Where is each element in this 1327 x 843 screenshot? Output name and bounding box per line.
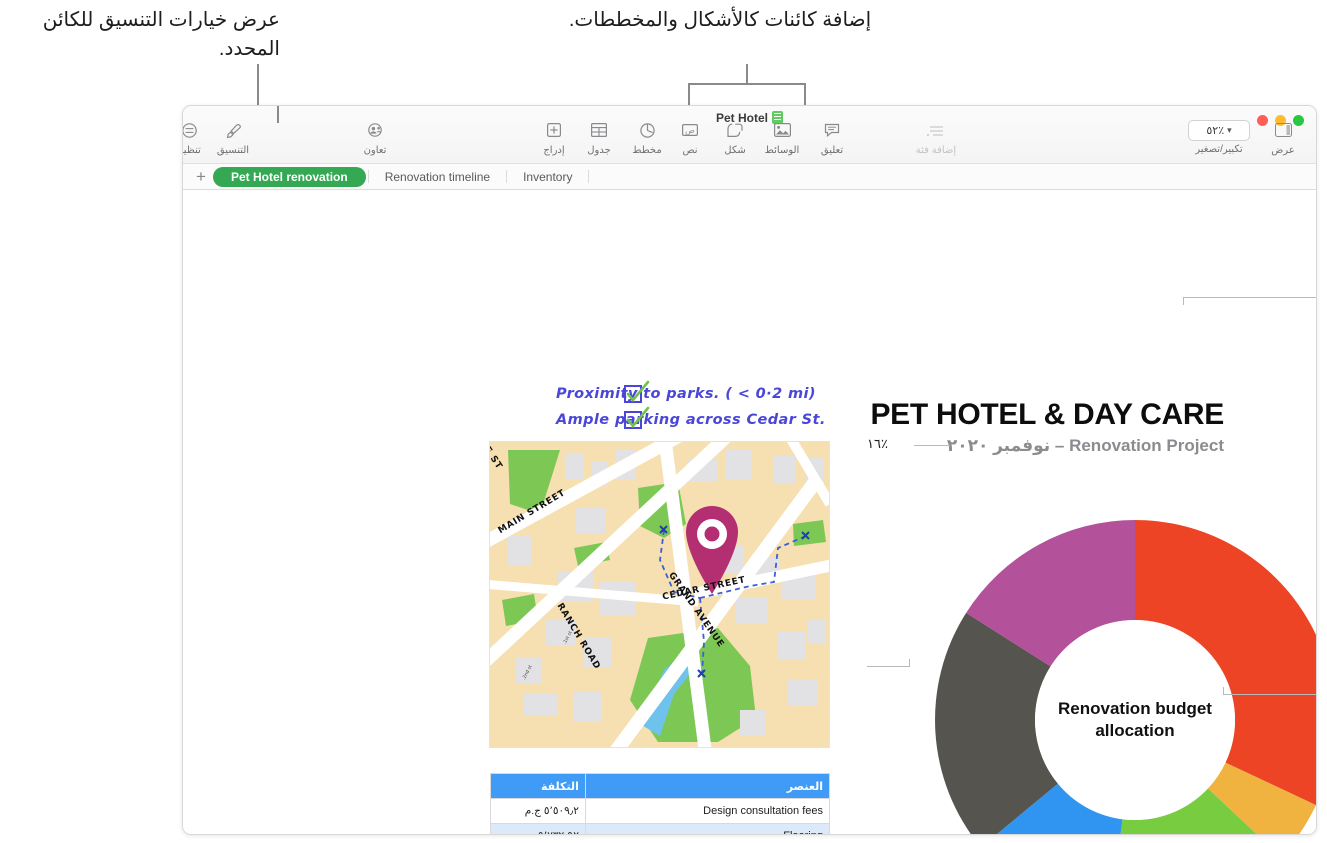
table-cell-item[interactable]: Design consultation fees — [584, 798, 831, 824]
comment-icon — [803, 123, 861, 143]
leader-32 — [1183, 297, 1316, 298]
sheet-title-block: PET HOTEL & DAY CARE Renovation Project … — [704, 398, 1224, 456]
leader-23 — [867, 666, 909, 667]
sheet-canvas[interactable]: Proximity to parks. ( < 0·2 mi) Ample pa… — [183, 190, 1316, 834]
chevron-down-icon: ▾ — [1227, 125, 1232, 135]
callout-left-leader — [257, 64, 259, 106]
numbers-window: Pet Hotel عرض ▾ ٪٥٢ تكبير/تصغير إضافة فئ… — [182, 105, 1317, 835]
tab-separator — [506, 170, 508, 183]
table-row[interactable]: Design consultation fees ٥٬٥٠٩٫٢ ج.م — [490, 798, 831, 824]
zoom-value: ٪٥٢ — [1206, 125, 1225, 137]
callout-insert-description: إضافة كائنات كالأشكال والمخططات. — [568, 9, 872, 31]
callout-format-description: عرض خيارات التنسيق للكائن المحدد. — [42, 9, 280, 60]
toolbar-organize-label: تنظيم — [183, 145, 201, 156]
svg-text:ص: ص — [685, 126, 695, 135]
toolbar-comment-button[interactable]: تعليق — [803, 123, 861, 156]
table-header-row: العنصر التكلفة — [490, 773, 831, 799]
handwritten-checkbox-2 — [624, 406, 650, 429]
table-cell-item[interactable]: Flooring — [584, 823, 831, 834]
toolbar-insert-label: إدراج — [543, 145, 565, 156]
insert-icon — [525, 123, 583, 143]
zoom-label: تكبير/تصغير — [1195, 144, 1243, 155]
toolbar-collaborate-label: تعاون — [363, 145, 387, 156]
tab-separator — [367, 170, 369, 183]
toolbar-view-button[interactable]: عرض — [1254, 123, 1312, 156]
view-sidebar-icon — [1254, 123, 1312, 143]
handwritten-checkbox-1 — [624, 380, 650, 403]
cost-table[interactable]: العنصر التكلفة Design consultation fees … — [490, 773, 831, 834]
callout-top-leader-bar — [688, 83, 806, 85]
toolbar-view-label: عرض — [1271, 145, 1295, 156]
page-title: PET HOTEL & DAY CARE — [870, 398, 1224, 431]
leader-9-tick — [1223, 687, 1224, 695]
collaborate-icon — [346, 123, 404, 143]
table-cell-cost[interactable]: ٩٬٧٣٢٫٩٢ ج.م — [490, 823, 586, 834]
callout-top-leader-left — [688, 83, 690, 105]
toolbar-add-category-label: إضافة فئة — [915, 145, 957, 156]
table-cell-cost[interactable]: ٥٬٥٠٩٫٢ ج.م — [490, 798, 586, 824]
leader-16 — [914, 445, 950, 446]
toolbar-organize-button[interactable]: تنظيم — [183, 123, 218, 156]
category-icon — [896, 123, 976, 143]
organize-icon — [183, 123, 218, 143]
toolbar-add-category-button[interactable]: إضافة فئة — [896, 123, 976, 156]
donut-center-label-line2: allocation — [1095, 721, 1174, 740]
zoom-control[interactable]: ▾ ٪٥٢ — [1188, 120, 1250, 141]
table-row[interactable]: Flooring ٩٬٧٣٢٫٩٢ ج.م — [490, 823, 831, 834]
toolbar-collaborate-button[interactable]: تعاون — [346, 123, 404, 156]
sheet-tab-inventory[interactable]: Inventory — [509, 168, 586, 186]
donut-label-16: ٪١٦ — [867, 436, 888, 451]
toolbar-insert-button[interactable]: إدراج — [525, 123, 583, 156]
leader-23-tick — [909, 659, 910, 667]
leader-32-tick — [1183, 297, 1184, 305]
tab-separator — [588, 170, 590, 183]
add-sheet-button[interactable]: + — [189, 168, 213, 185]
donut-center-label-line1: Renovation budget — [1058, 699, 1212, 718]
table-header-item[interactable]: العنصر — [584, 773, 831, 799]
sheet-tab-renovation-timeline[interactable]: Renovation timeline — [371, 168, 504, 186]
page-subtitle: Renovation Project – نوفمبر ٢٠٢٠ — [946, 436, 1224, 455]
callout-top-leader-right — [804, 83, 806, 105]
callout-top-leader-stem — [746, 64, 748, 84]
leader-9 — [1223, 694, 1316, 695]
table-header-cost[interactable]: التكلفة — [490, 773, 586, 799]
map-image[interactable]: FILLMORE ST. MAIN STREET CEDAR STREET RA… — [489, 441, 830, 748]
sheet-tab-bar: + Pet Hotel renovation Renovation timeli… — [183, 164, 1316, 190]
donut-chart[interactable]: Renovation budget allocation — [927, 512, 1316, 834]
sheet-tab-pet-hotel-renovation[interactable]: Pet Hotel renovation — [213, 166, 366, 187]
callout-pointer-line — [277, 106, 279, 123]
window-titlebar: Pet Hotel عرض ▾ ٪٥٢ تكبير/تصغير إضافة فئ… — [183, 106, 1316, 164]
toolbar-comment-label: تعليق — [820, 145, 844, 156]
screenshot-root: عرض خيارات التنسيق للكائن المحدد. إضافة … — [0, 0, 1327, 843]
